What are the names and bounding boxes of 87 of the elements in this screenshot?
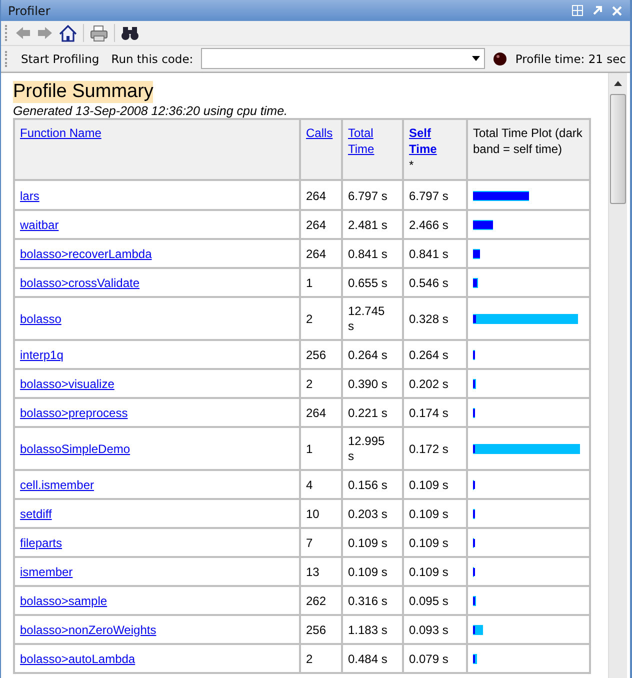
column-title: Total Time Plot (dark band = self time) xyxy=(473,126,582,156)
start-profiling-button[interactable]: Start Profiling xyxy=(17,52,104,66)
table-cell: 2 xyxy=(300,297,342,340)
table-cell: 0.095 s xyxy=(403,586,467,615)
scroll-thumb[interactable] xyxy=(610,94,626,204)
table-cell: 264 xyxy=(300,210,342,239)
function-link[interactable]: bolasso>autoLambda xyxy=(20,652,136,666)
table-cell: 0.109 s xyxy=(403,499,467,528)
table-cell: 0.202 s xyxy=(403,369,467,398)
function-link[interactable]: setdiff xyxy=(20,506,52,520)
function-link[interactable]: cell.ismember xyxy=(20,478,94,492)
dropdown-caret-icon[interactable] xyxy=(472,56,480,61)
function-link[interactable]: ismember xyxy=(20,564,73,578)
table-cell: 2.481 s xyxy=(342,210,403,239)
function-link[interactable]: bolasso>visualize xyxy=(20,376,114,390)
window-title: Profiler xyxy=(8,4,50,18)
table-cell: 0.172 s xyxy=(403,427,467,470)
table-cell: 13 xyxy=(300,557,342,586)
home-icon[interactable] xyxy=(59,24,77,42)
table-cell: 0.655 s xyxy=(342,268,403,297)
table-cell: 0.484 s xyxy=(342,644,403,673)
table-cell: 2.466 s xyxy=(403,210,467,239)
profile-time-label: Profile time: 21 sec xyxy=(515,52,626,66)
table-cell: 2 xyxy=(300,369,342,398)
function-link[interactable]: bolasso>sample xyxy=(20,594,108,608)
table-cell: 256 xyxy=(300,340,342,369)
close-icon[interactable] xyxy=(612,6,622,16)
table-cell: 0.109 s xyxy=(403,528,467,557)
table-cell: 0.156 s xyxy=(342,470,403,499)
run-code-label: Run this code: xyxy=(111,52,194,66)
table-cell: 0.316 s xyxy=(342,586,403,615)
table-cell: 0.264 s xyxy=(342,340,403,369)
binoculars-icon[interactable] xyxy=(121,26,139,40)
table-cell: 0.841 s xyxy=(403,239,467,268)
dock-icon[interactable] xyxy=(572,5,583,16)
table-cell: 12.995 s xyxy=(342,427,403,470)
table-cell: 264 xyxy=(300,239,342,268)
table-cell: 1 xyxy=(300,268,342,297)
function-link[interactable]: bolasso>preprocess xyxy=(20,406,128,420)
table-cell: 12.745 s xyxy=(342,297,403,340)
table-cell: 264 xyxy=(300,398,342,427)
forward-arrow-icon[interactable] xyxy=(37,26,53,40)
function-link[interactable]: lars xyxy=(20,188,40,202)
table-cell: 264 xyxy=(300,180,342,210)
table-cell: 262 xyxy=(300,586,342,615)
table-cell: 0.390 s xyxy=(342,369,403,398)
table-cell: 0.109 s xyxy=(342,528,403,557)
table-cell: 0.264 s xyxy=(403,340,467,369)
scrollbar[interactable] xyxy=(608,73,627,678)
table-cell: 0.109 s xyxy=(403,557,467,586)
generated-note: Generated 13-Sep-2008 12:36:20 using cpu time. xyxy=(13,104,288,118)
back-arrow-icon[interactable] xyxy=(15,26,31,40)
status-light-icon xyxy=(493,52,508,66)
function-link[interactable]: interp1q xyxy=(20,348,64,362)
table-cell: 0.093 s xyxy=(403,615,467,644)
function-link[interactable]: bolassoSimpleDemo xyxy=(20,442,130,456)
table-cell: 0.109 s xyxy=(403,470,467,499)
table-cell: 0.174 s xyxy=(403,398,467,427)
table-cell: 256 xyxy=(300,615,342,644)
sort-link[interactable]: Calls xyxy=(306,125,333,141)
summary-title: Profile Summary xyxy=(13,81,154,103)
table-cell: 4 xyxy=(300,470,342,499)
sort-link[interactable]: Self Time xyxy=(409,125,461,157)
table-cell: 0.221 s xyxy=(342,398,403,427)
undock-arrow-icon[interactable] xyxy=(593,6,602,15)
table-cell: 6.797 s xyxy=(403,180,467,210)
function-link[interactable]: bolasso xyxy=(20,312,62,326)
table-cell: 10 xyxy=(300,499,342,528)
sort-link[interactable]: Function Name xyxy=(20,125,102,141)
table-cell: 0.328 s xyxy=(403,297,467,340)
table-cell: 1 xyxy=(300,427,342,470)
sort-link[interactable]: Total Time xyxy=(348,125,397,157)
table-cell: 2 xyxy=(300,644,342,673)
scroll-up-icon[interactable] xyxy=(614,81,622,86)
function-link[interactable]: fileparts xyxy=(20,536,62,550)
table-cell: 1.183 s xyxy=(342,615,403,644)
table-cell: 0.109 s xyxy=(342,557,403,586)
run-code-field[interactable] xyxy=(201,48,486,69)
table-cell: 0.841 s xyxy=(342,239,403,268)
table-cell: 0.203 s xyxy=(342,499,403,528)
function-link[interactable]: waitbar xyxy=(20,218,59,232)
table-cell: 6.797 s xyxy=(342,180,403,210)
table-cell: 7 xyxy=(300,528,342,557)
table-cell: 0.079 s xyxy=(403,644,467,673)
table-cell: 0.546 s xyxy=(403,268,467,297)
printer-icon[interactable] xyxy=(90,24,108,42)
asterisk-note: * xyxy=(409,158,414,172)
